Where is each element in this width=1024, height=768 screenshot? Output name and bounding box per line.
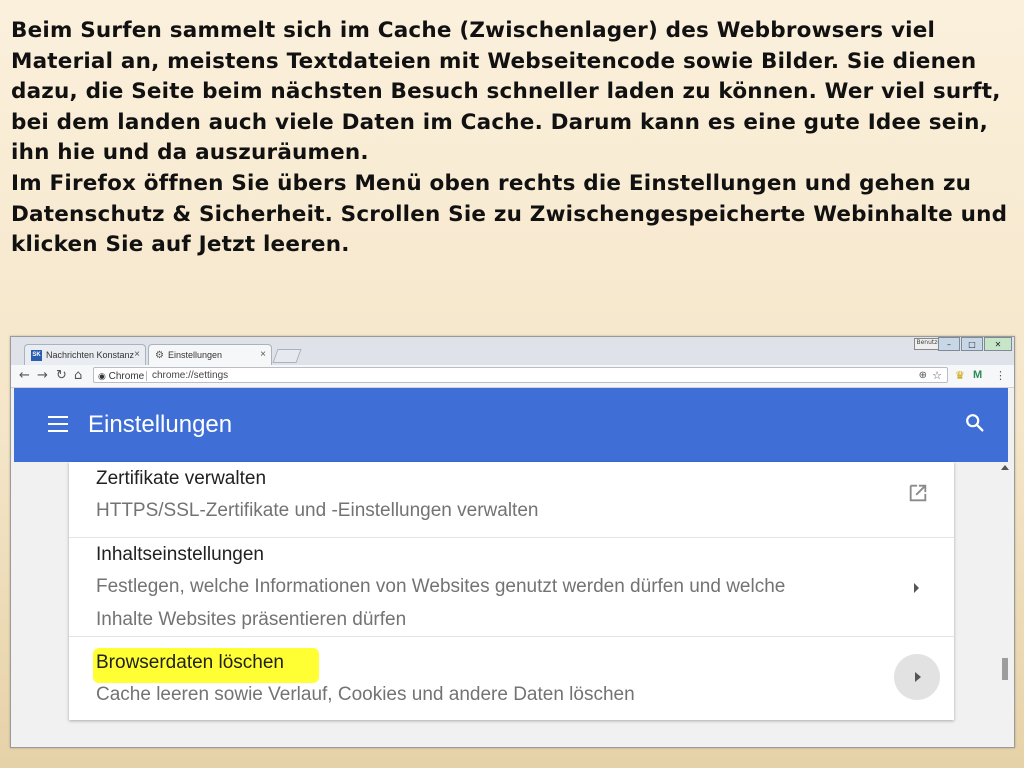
window-controls: – □ ✕	[938, 337, 1012, 351]
tab-close-icon[interactable]: ×	[260, 349, 266, 360]
scroll-up-arrow-icon[interactable]	[1001, 465, 1009, 470]
back-icon[interactable]: ←	[19, 368, 30, 383]
minimize-icon[interactable]: –	[938, 337, 960, 351]
crown-extension-icon[interactable]: ♛	[955, 368, 965, 383]
browser-window: SK Nachrichten Konstanz | S × ⚙ Einstell…	[10, 336, 1015, 748]
item-subtitle: Cache leeren sowie Verlauf, Cookies und …	[96, 684, 635, 705]
item-title: Zertifikate verwalten	[96, 468, 267, 489]
address-bar[interactable]: ◉ Chrome chrome://settings ⊕ ☆	[93, 367, 948, 383]
secure-chip: ◉ Chrome	[98, 368, 144, 385]
tab-label: Nachrichten Konstanz | S	[46, 350, 136, 360]
chrome-icon: ◉	[98, 371, 106, 381]
forward-icon[interactable]: →	[37, 368, 48, 383]
gmail-extension-icon[interactable]: M	[973, 368, 982, 383]
intro-paragraph-2: Im Firefox öffnen Sie übers Menü oben re…	[11, 170, 1008, 258]
settings-card: Zertifikate verwalten HTTPS/SSL-Zertifik…	[69, 462, 954, 720]
reload-icon[interactable]: ↻	[56, 368, 67, 383]
hamburger-menu-icon[interactable]	[48, 416, 68, 432]
open-in-new-icon[interactable]	[907, 482, 929, 504]
chevron-right-icon	[915, 672, 921, 682]
menu-dots-icon[interactable]: ⋮	[995, 368, 1006, 383]
item-subtitle: HTTPS/SSL-Zertifikate und -Einstellungen…	[96, 500, 539, 521]
list-item-inhaltseinstellungen[interactable]: Inhaltseinstellungen Festlegen, welche I…	[69, 537, 954, 637]
item-subtitle-line-2: Inhalte Websites präsentieren dürfen	[96, 609, 407, 630]
omnibox-separator	[146, 371, 147, 381]
bookmark-star-icon[interactable]: ☆	[932, 368, 942, 384]
settings-page: Einstellungen Zertifikate verwalten HTTP…	[11, 388, 1014, 747]
secure-label: Chrome	[108, 371, 145, 382]
chevron-right-icon[interactable]	[914, 583, 919, 593]
settings-app-bar: Einstellungen	[14, 388, 1008, 462]
close-window-icon[interactable]: ✕	[984, 337, 1012, 351]
scrollbar-thumb[interactable]	[1002, 658, 1008, 680]
tab-label: Einstellungen	[167, 350, 223, 360]
intro-paragraph-1: Beim Surfen sammelt sich im Cache (Zwisc…	[11, 18, 1001, 166]
new-tab-button[interactable]	[272, 349, 302, 363]
tab-close-icon[interactable]: ×	[134, 349, 140, 360]
page-scrollbar[interactable]	[1001, 462, 1010, 747]
browser-toolbar: ← → ↻ ⌂ ◉ Chrome chrome://settings ⊕ ☆ ♛…	[11, 365, 1014, 388]
item-title: Inhaltseinstellungen	[96, 544, 264, 565]
list-item-zertifikate[interactable]: Zertifikate verwalten HTTPS/SSL-Zertifik…	[69, 462, 954, 537]
open-clear-data-button[interactable]	[894, 654, 940, 700]
sk-favicon-icon: SK	[31, 349, 42, 361]
item-subtitle-line-1: Festlegen, welche Informationen von Webs…	[96, 576, 786, 597]
page-title: Einstellungen	[88, 411, 233, 438]
home-icon[interactable]: ⌂	[74, 368, 82, 383]
search-icon[interactable]	[964, 412, 986, 434]
maximize-icon[interactable]: □	[961, 337, 983, 351]
url-text: chrome://settings	[152, 370, 229, 381]
tab-einstellungen[interactable]: ⚙ Einstellungen ×	[148, 344, 272, 365]
tab-nachrichten[interactable]: SK Nachrichten Konstanz | S ×	[24, 344, 146, 365]
item-title: Browserdaten löschen	[96, 652, 284, 673]
list-item-browserdaten-loeschen[interactable]: Browserdaten löschen Cache leeren sowie …	[69, 636, 954, 721]
zoom-icon[interactable]: ⊕	[919, 368, 927, 384]
gear-icon: ⚙	[155, 349, 164, 361]
intro-text: Beim Surfen sammelt sich im Cache (Zwisc…	[11, 16, 1019, 261]
title-bar: SK Nachrichten Konstanz | S × ⚙ Einstell…	[11, 337, 1014, 365]
